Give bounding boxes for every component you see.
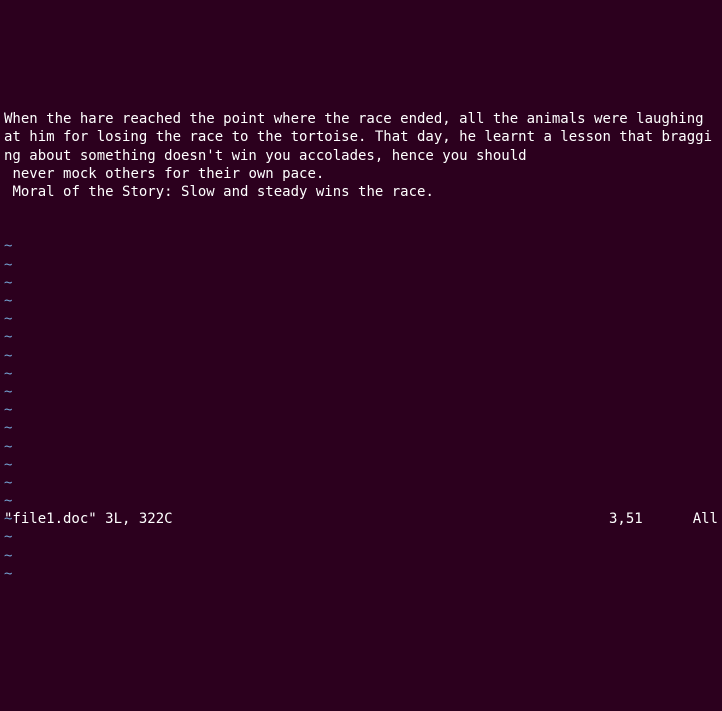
buffer-content[interactable]: When the hare reached the point where th… xyxy=(4,110,718,201)
empty-line-marker: ~ xyxy=(4,565,718,583)
buffer-line-2: never mock others for their own pace. xyxy=(4,166,324,182)
empty-line-marker: ~ xyxy=(4,365,718,383)
empty-line-marker: ~ xyxy=(4,274,718,292)
empty-line-marker: ~ xyxy=(4,583,718,584)
status-scroll-indicator: All xyxy=(693,510,718,528)
buffer-line-3: Moral of the Story: Slow and steady wins… xyxy=(4,184,434,200)
empty-line-marker: ~ xyxy=(4,438,718,456)
buffer-line-1: When the hare reached the point where th… xyxy=(4,111,712,163)
empty-line-markers: ~~~~~~~~~~~~~~~~~~~~~~ xyxy=(4,237,718,583)
empty-line-marker: ~ xyxy=(4,237,718,255)
empty-line-marker: ~ xyxy=(4,419,718,437)
editor-area[interactable]: When the hare reached the point where th… xyxy=(0,73,722,584)
empty-line-marker: ~ xyxy=(4,528,718,546)
status-bar: "file1.doc" 3L, 322C 3,51 All xyxy=(0,509,722,529)
status-cursor-position: 3,51 xyxy=(609,510,643,528)
empty-line-marker: ~ xyxy=(4,256,718,274)
empty-line-marker: ~ xyxy=(4,310,718,328)
empty-line-marker: ~ xyxy=(4,492,718,510)
empty-line-marker: ~ xyxy=(4,401,718,419)
empty-line-marker: ~ xyxy=(4,292,718,310)
empty-line-marker: ~ xyxy=(4,328,718,346)
status-filename: "file1.doc" 3L, 322C xyxy=(4,510,609,528)
empty-line-marker: ~ xyxy=(4,474,718,492)
empty-line-marker: ~ xyxy=(4,347,718,365)
empty-line-marker: ~ xyxy=(4,547,718,565)
empty-line-marker: ~ xyxy=(4,456,718,474)
empty-line-marker: ~ xyxy=(4,383,718,401)
